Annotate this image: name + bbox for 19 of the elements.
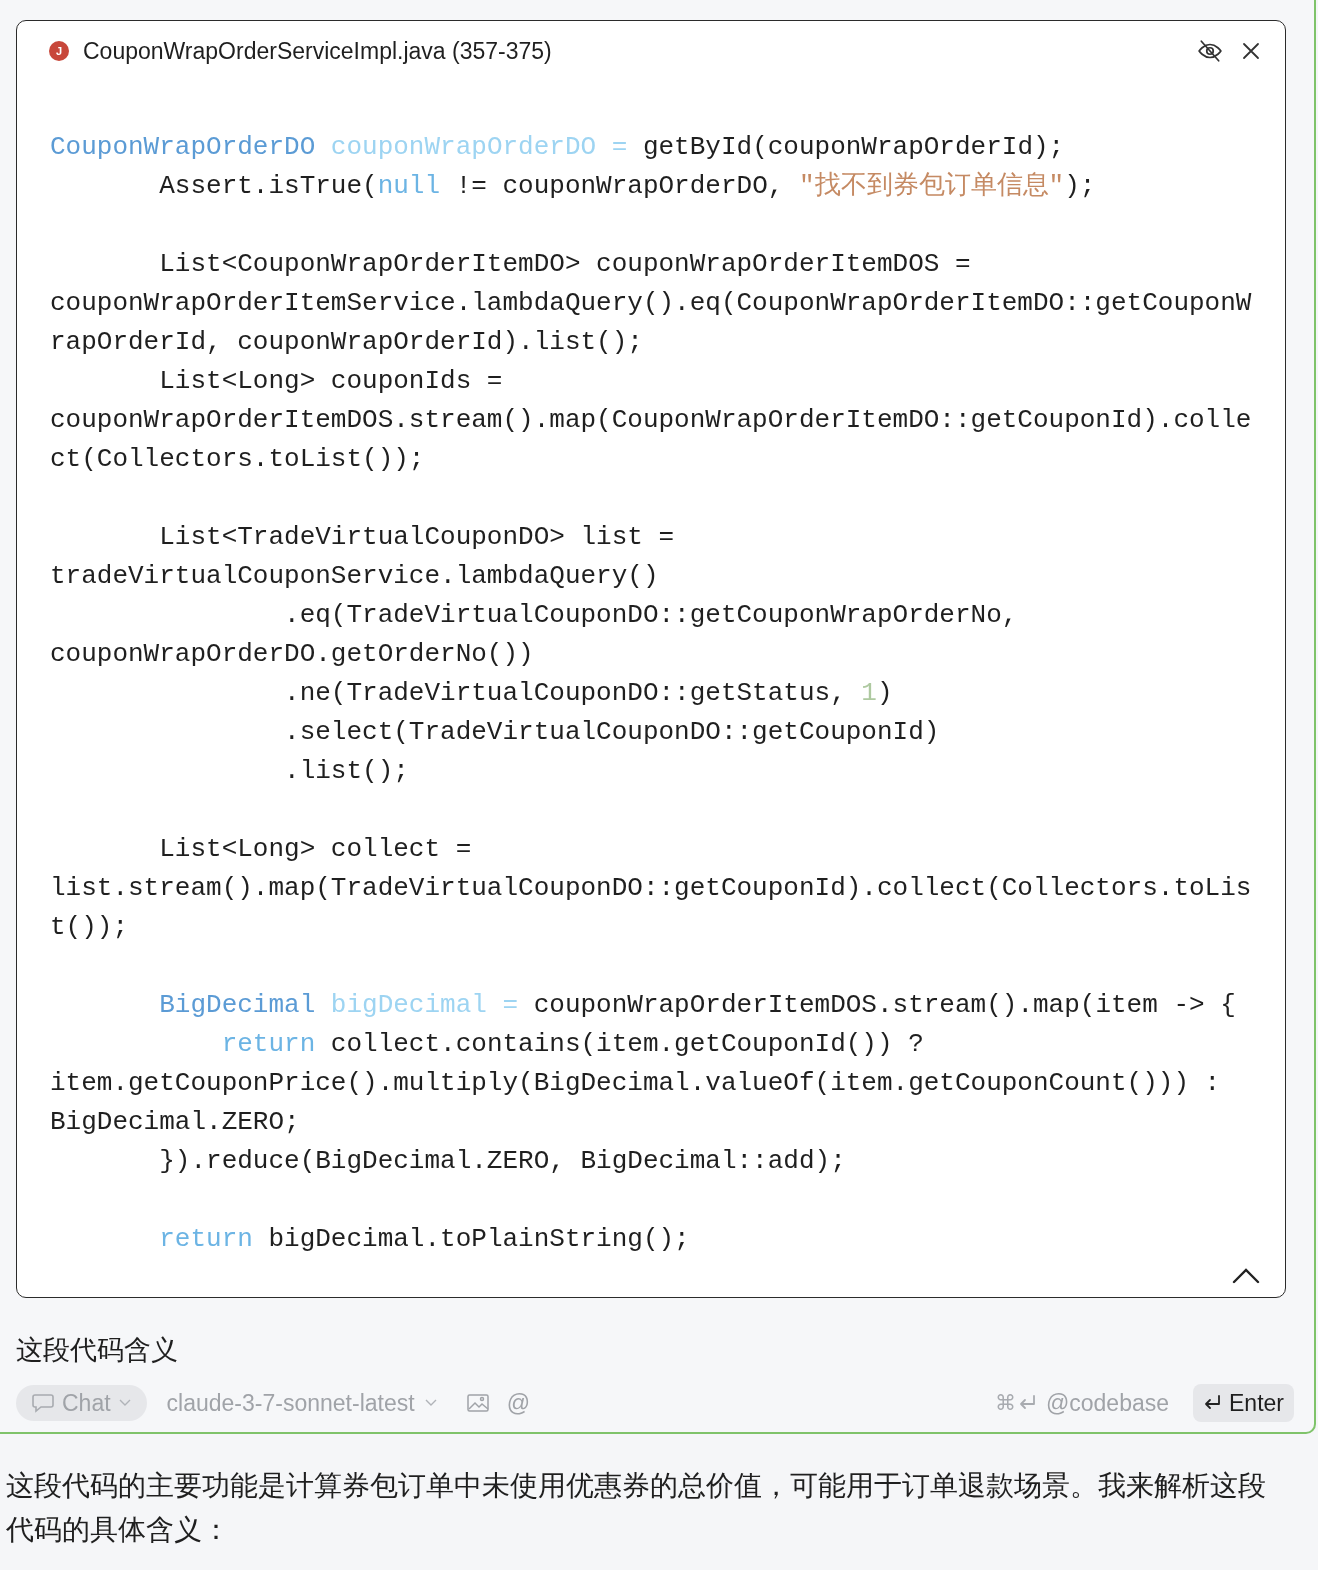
return-icon [1203, 1394, 1223, 1412]
chevron-down-icon [424, 1399, 437, 1407]
prompt-text: 这段代码含义 [16, 1334, 179, 1367]
return-icon [1017, 1394, 1038, 1412]
chat-bubble-icon [32, 1393, 54, 1413]
shortcut-key: ⌘ [994, 1387, 1016, 1419]
answer-paragraph: 这段代码的主要功能是计算券包订单中未使用优惠券的总价值，可能用于订单退款场景。我来解析这段代码的具体含义： [6, 1469, 1267, 1547]
file-title: CouponWrapOrderServiceImpl.java (357-375) [83, 36, 552, 66]
mention-button[interactable]: @ [506, 1385, 530, 1421]
codebase-hint: @codebase [1045, 1388, 1169, 1418]
model-dropdown[interactable]: claude-3-7-sonnet-latest [166, 1385, 437, 1421]
enter-button[interactable]: Enter [1193, 1384, 1294, 1422]
mode-dropdown[interactable]: Chat [16, 1385, 147, 1421]
java-file-icon: J [49, 41, 69, 61]
collapse-chevron-icon[interactable] [1231, 1267, 1261, 1285]
hide-icon[interactable] [1197, 38, 1223, 64]
chevron-down-icon [118, 1399, 131, 1407]
code-text: CouponWrapOrderDO couponWrapOrderDO = getById(couponWrapOrderId); Assert.isTrue(null != couponWrapOrderDO, "找不到券包订单信息"); List<CouponWrapOrderItemDO> couponWrapOrderItemDOS = couponWrapOrderItemService.lambdaQuery().eq(CouponWrapOrderItemDO::getCouponW rapOrderId, couponWrapOrderId).list(); List<Long> couponIds = couponWrapOrderItemDOS.stream().map(CouponWrapOrderItemDO::getCouponId).colle ct(Collectors.toList()); List<TradeVirtualCouponDO> list = tradeVirtualCouponService.lambdaQuery() .eq(TradeVirtualCouponDO::getCouponWrapOrderNo, couponWrapOrderDO.getOrderNo()) .ne(TradeVirtualCouponDO::getStatus, 1) .select(TradeVirtualCouponDO::getCouponId) .list(); List<Long> collect = list.stream().map(TradeVirtualCouponDO::getCouponId).collect(Collectors.toLis t()); BigDecimal bigDecimal = couponWrapOrderItemDOS.stream().map(item -> { return collect.contains(item.getCouponId()) ? item.getCouponPrice().multiply(BigDecimal.valueOf(item.getCouponCount())) : BigDecimal.ZERO; }).reduce(BigDecimal.ZERO, BigDecimal::add); return bigDecimal.toPlainString(); [49, 131, 1253, 1256]
close-icon[interactable] [1241, 41, 1261, 61]
